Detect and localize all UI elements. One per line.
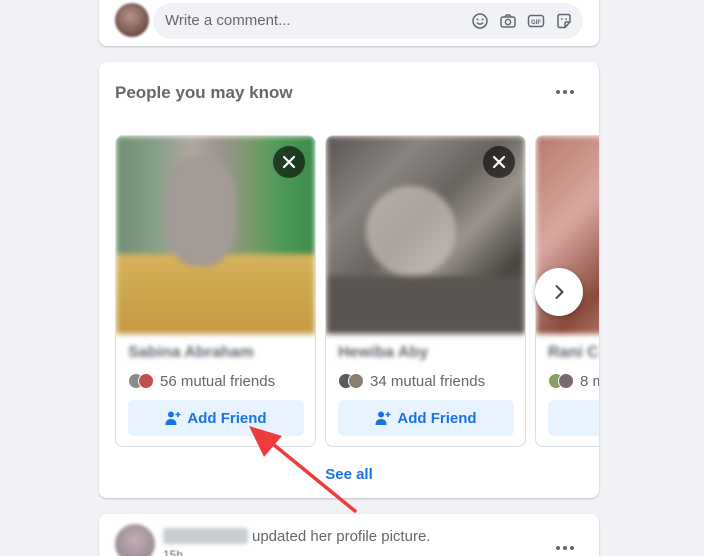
add-friend-label: Add Friend — [397, 409, 477, 427]
more-options-button[interactable] — [551, 80, 579, 104]
section-title: People you may know — [115, 83, 293, 102]
avatar[interactable] — [115, 524, 155, 556]
dot-icon — [563, 90, 567, 94]
mutual-friends[interactable]: 8 m — [548, 372, 599, 390]
sticker-icon[interactable] — [555, 12, 573, 30]
gif-icon[interactable]: GIF — [527, 12, 545, 30]
add-friend-button[interactable]: Add Friend — [128, 400, 304, 436]
dot-icon — [556, 546, 560, 550]
comment-placeholder: Write a comment... — [165, 12, 291, 29]
person-card[interactable]: Sabina Abraham 56 mutual friends Add Fri… — [115, 135, 316, 447]
chevron-right-icon — [555, 285, 564, 299]
person-name[interactable]: Sabina Abraham — [128, 344, 254, 362]
mutual-count: 34 mutual friends — [370, 372, 486, 390]
camera-icon[interactable] — [499, 12, 517, 30]
post-author-name[interactable] — [163, 528, 248, 544]
add-friend-icon — [165, 411, 181, 425]
mutual-friends[interactable]: 56 mutual friends — [128, 372, 275, 390]
dot-icon — [570, 90, 574, 94]
close-icon[interactable] — [273, 146, 305, 178]
post-card: updated her profile picture. 15h — [99, 514, 599, 556]
suggestions-carousel: Sabina Abraham 56 mutual friends Add Fri… — [99, 122, 599, 462]
avatar — [348, 373, 364, 389]
avatar — [558, 373, 574, 389]
see-all-link[interactable]: See all — [99, 466, 599, 483]
post-timestamp[interactable]: 15h — [163, 548, 183, 556]
post-action-text: updated her profile picture. — [252, 528, 431, 545]
dot-icon — [570, 546, 574, 550]
next-button[interactable] — [535, 268, 583, 316]
avatar[interactable] — [115, 3, 149, 37]
add-friend-label: Add Friend — [187, 409, 267, 427]
person-card[interactable]: Hewiba Aby 34 mutual friends Add Friend — [325, 135, 526, 447]
dot-icon — [563, 546, 567, 550]
mutual-count: 56 mutual friends — [160, 372, 276, 390]
add-friend-icon — [375, 411, 391, 425]
mutual-avatars — [338, 373, 368, 389]
comment-composer: Write a comment... GIF — [99, 0, 599, 46]
person-name[interactable]: Hewiba Aby — [338, 344, 428, 362]
add-friend-button[interactable]: Add Friend — [338, 400, 514, 436]
add-friend-button[interactable] — [548, 400, 599, 436]
svg-text:GIF: GIF — [531, 20, 541, 26]
close-icon[interactable] — [483, 146, 515, 178]
mutual-count: 8 m — [580, 372, 599, 390]
mutual-avatars — [548, 373, 578, 389]
comment-input[interactable]: Write a comment... GIF — [153, 3, 583, 39]
emoji-icon[interactable] — [471, 12, 489, 30]
person-name[interactable]: Rani C — [548, 344, 599, 362]
more-options-button[interactable] — [551, 536, 579, 556]
mutual-friends[interactable]: 34 mutual friends — [338, 372, 485, 390]
avatar — [138, 373, 154, 389]
people-you-may-know-card: People you may know Sabina Abraham 56 mu… — [99, 62, 599, 498]
dot-icon — [556, 90, 560, 94]
mutual-avatars — [128, 373, 158, 389]
